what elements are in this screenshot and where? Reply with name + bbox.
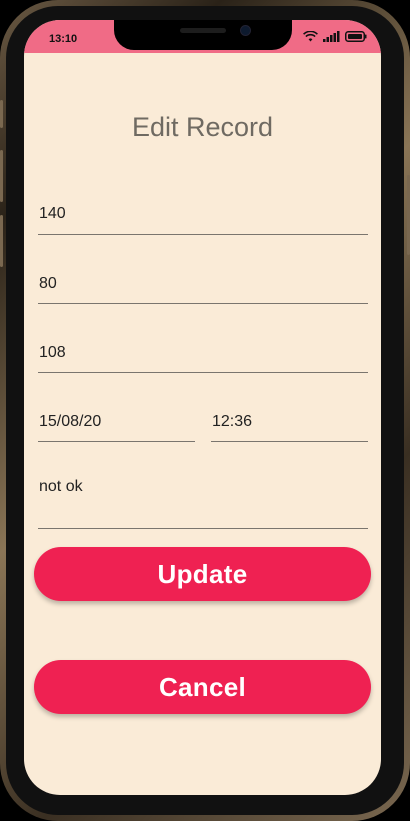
note-value: not ok (39, 478, 83, 495)
pulse-field[interactable]: 108 (38, 338, 368, 373)
time-value: 12:36 (212, 413, 253, 430)
app-screen: 13:10 Edit Record 140 80 108 15/08/20 12… (24, 20, 381, 795)
front-camera (240, 25, 251, 36)
signal-icon (323, 31, 340, 42)
systolic-field[interactable]: 140 (38, 200, 368, 235)
battery-icon (345, 31, 367, 42)
status-icons (303, 31, 367, 42)
pulse-value: 108 (39, 344, 66, 361)
status-time: 13:10 (49, 33, 78, 45)
phone-frame: 13:10 Edit Record 140 80 108 15/08/20 12… (0, 0, 410, 821)
page-title: Edit Record (131, 112, 274, 142)
time-field[interactable]: 12:36 (211, 408, 368, 442)
notch (114, 20, 292, 50)
cancel-button[interactable]: Cancel (34, 660, 371, 714)
diastolic-value: 80 (39, 275, 57, 292)
silent-switch (0, 100, 3, 128)
volume-up-button (0, 150, 3, 202)
wifi-icon (303, 31, 318, 42)
systolic-value: 140 (39, 205, 66, 222)
volume-down-button (0, 215, 3, 267)
date-value: 15/08/20 (39, 413, 102, 430)
diastolic-field[interactable]: 80 (38, 269, 368, 304)
update-button[interactable]: Update (34, 547, 371, 601)
speaker (180, 28, 226, 33)
note-field[interactable]: not ok (38, 470, 368, 529)
date-field[interactable]: 15/08/20 (38, 408, 195, 442)
status-bar: 13:10 (24, 20, 381, 53)
